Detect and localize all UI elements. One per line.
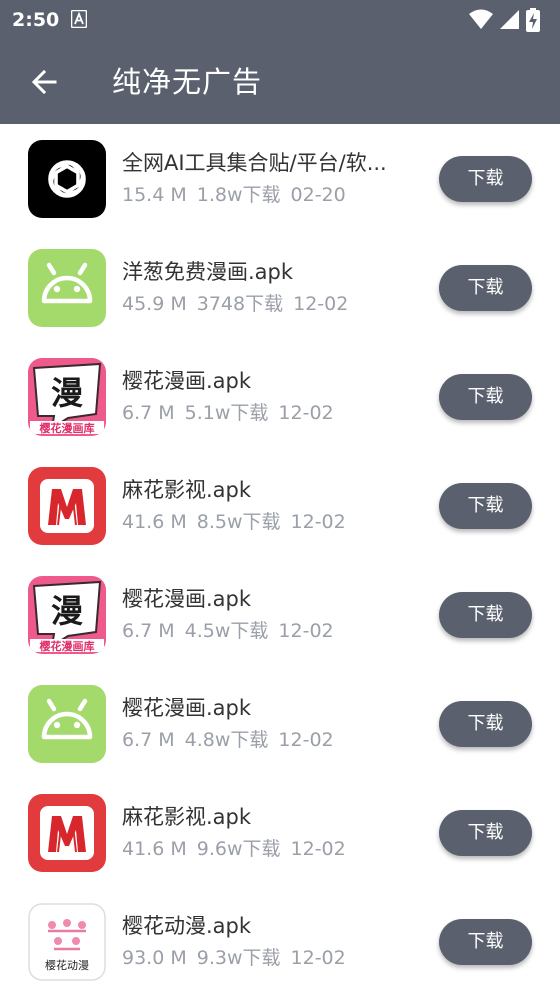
item-name: 麻花影视.apk bbox=[122, 805, 252, 829]
item-size: 41.6 M bbox=[122, 511, 187, 533]
item-date: 12-02 bbox=[290, 511, 346, 533]
item-name: 洋葱免费漫画.apk bbox=[122, 260, 294, 284]
item-date: 12-02 bbox=[290, 838, 346, 860]
item-date: 12-02 bbox=[278, 402, 334, 424]
page-title: 纯净无广告 bbox=[112, 65, 263, 99]
list-item-7[interactable]: 麻花影视.apk 41.6 M 9.6w下载 12-02 下载 bbox=[0, 778, 560, 887]
svg-text:樱花漫画库: 樱花漫画库 bbox=[40, 421, 95, 435]
back-button[interactable] bbox=[22, 60, 66, 104]
sakura-manga-icon: 漫樱花漫画库 bbox=[28, 576, 106, 654]
item-name: 樱花漫画.apk bbox=[122, 587, 252, 611]
item-downloads: 3748下载 bbox=[196, 293, 284, 315]
item-meta: 15.4 M 1.8w下载 02-20 bbox=[122, 182, 356, 208]
notification-a-icon bbox=[70, 9, 88, 29]
item-downloads: 9.6w下载 bbox=[196, 838, 281, 860]
item-name: 樱花动漫.apk bbox=[122, 914, 252, 938]
svg-text:漫: 漫 bbox=[51, 592, 83, 630]
item-name: 麻花影视.apk bbox=[122, 478, 252, 502]
item-downloads: 1.8w下载 bbox=[196, 184, 281, 206]
list-item-3[interactable]: 漫樱花漫画库 樱花漫画.apk 6.7 M 5.1w下载 12-02 下载 bbox=[0, 342, 560, 451]
item-meta: 41.6 M 9.6w下载 12-02 bbox=[122, 836, 356, 862]
sakura-manga-icon: 漫樱花漫画库 bbox=[28, 358, 106, 436]
openai-icon bbox=[28, 140, 106, 218]
item-date: 12-02 bbox=[278, 729, 334, 751]
battery-charging-icon bbox=[526, 8, 540, 32]
list-item-1[interactable]: 全网AI工具集合贴/平台/软... 15.4 M 1.8w下载 02-20 下载 bbox=[0, 124, 560, 233]
mahua-icon bbox=[28, 467, 106, 545]
list-item-4[interactable]: 麻花影视.apk 41.6 M 8.5w下载 12-02 下载 bbox=[0, 451, 560, 560]
app-bar: 纯净无广告 bbox=[0, 40, 560, 124]
status-time: 2:50 bbox=[12, 9, 60, 31]
status-icons bbox=[468, 8, 548, 32]
item-meta: 6.7 M 5.1w下载 12-02 bbox=[122, 400, 344, 426]
download-button[interactable]: 下载 bbox=[439, 592, 532, 638]
item-downloads: 9.3w下载 bbox=[196, 947, 281, 969]
item-date: 12-02 bbox=[293, 293, 349, 315]
item-downloads: 5.1w下载 bbox=[184, 402, 269, 424]
item-downloads: 4.5w下载 bbox=[184, 620, 269, 642]
app-list: 全网AI工具集合贴/平台/软... 15.4 M 1.8w下载 02-20 下载 洋… bbox=[0, 124, 560, 996]
list-item-5[interactable]: 漫樱花漫画库 樱花漫画.apk 6.7 M 4.5w下载 12-02 下载 bbox=[0, 560, 560, 669]
svg-text:樱花动漫: 樱花动漫 bbox=[45, 958, 89, 972]
android-icon bbox=[28, 685, 106, 763]
list-item-2[interactable]: 洋葱免费漫画.apk 45.9 M 3748下载 12-02 下载 bbox=[0, 233, 560, 342]
item-meta: 45.9 M 3748下载 12-02 bbox=[122, 291, 358, 317]
download-button[interactable]: 下载 bbox=[439, 156, 532, 202]
download-button[interactable]: 下载 bbox=[439, 919, 532, 965]
download-button[interactable]: 下载 bbox=[439, 701, 532, 747]
download-button[interactable]: 下载 bbox=[439, 810, 532, 856]
item-size: 45.9 M bbox=[122, 293, 187, 315]
android-icon bbox=[28, 249, 106, 327]
item-downloads: 4.8w下载 bbox=[184, 729, 269, 751]
list-item-8[interactable]: 樱花动漫 樱花动漫.apk 93.0 M 9.3w下载 12-02 下载 bbox=[0, 887, 560, 996]
item-date: 12-02 bbox=[290, 947, 346, 969]
item-meta: 6.7 M 4.8w下载 12-02 bbox=[122, 727, 344, 753]
svg-text:漫: 漫 bbox=[51, 374, 83, 412]
sakura-anime-icon: 樱花动漫 bbox=[28, 903, 106, 981]
item-meta: 41.6 M 8.5w下载 12-02 bbox=[122, 509, 356, 535]
item-name: 全网AI工具集合贴/平台/软... bbox=[122, 151, 387, 175]
download-button[interactable]: 下载 bbox=[439, 483, 532, 529]
item-date: 02-20 bbox=[290, 184, 346, 206]
item-date: 12-02 bbox=[278, 620, 334, 642]
item-size: 6.7 M bbox=[122, 402, 175, 424]
item-name: 樱花漫画.apk bbox=[122, 696, 252, 720]
item-size: 15.4 M bbox=[122, 184, 187, 206]
item-meta: 93.0 M 9.3w下载 12-02 bbox=[122, 945, 356, 971]
item-size: 6.7 M bbox=[122, 729, 175, 751]
download-button[interactable]: 下载 bbox=[439, 265, 532, 311]
wifi-icon bbox=[469, 9, 493, 29]
item-size: 41.6 M bbox=[122, 838, 187, 860]
arrow-left-icon bbox=[31, 69, 57, 95]
status-bar: 2:50 bbox=[0, 0, 560, 40]
list-item-6[interactable]: 樱花漫画.apk 6.7 M 4.8w下载 12-02 下载 bbox=[0, 669, 560, 778]
download-button[interactable]: 下载 bbox=[439, 374, 532, 420]
mahua-icon bbox=[28, 794, 106, 872]
item-size: 6.7 M bbox=[122, 620, 175, 642]
item-downloads: 8.5w下载 bbox=[196, 511, 281, 533]
svg-text:樱花漫画库: 樱花漫画库 bbox=[40, 639, 95, 653]
item-size: 93.0 M bbox=[122, 947, 187, 969]
item-meta: 6.7 M 4.5w下载 12-02 bbox=[122, 618, 344, 644]
item-name: 樱花漫画.apk bbox=[122, 369, 252, 393]
signal-icon bbox=[500, 10, 519, 29]
